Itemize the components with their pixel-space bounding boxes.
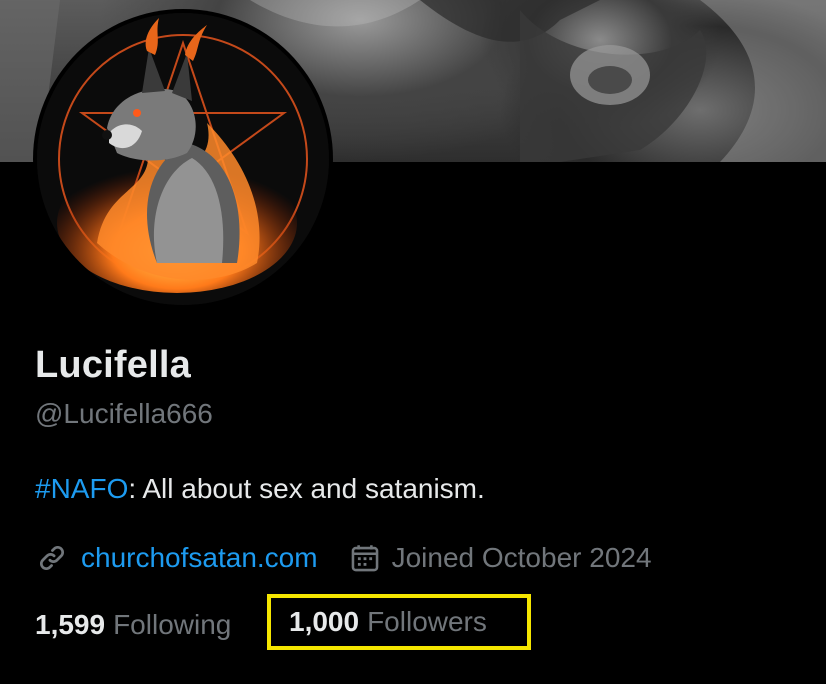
handle: @Lucifella666 bbox=[35, 398, 213, 429]
display-name: Lucifella bbox=[35, 344, 191, 386]
joined-date: Joined October 2024 bbox=[391, 542, 652, 573]
website-link[interactable]: churchofsatan.com bbox=[81, 542, 318, 574]
bio: #NAFO: All about sex and satanism. bbox=[35, 473, 485, 505]
profile-meta: churchofsatan.com Joined October 2024 bbox=[35, 538, 652, 578]
following-count: 1,599 bbox=[35, 609, 106, 640]
bio-text: : All about sex and satanism. bbox=[128, 473, 485, 504]
follow-stats: 1,599 Following 1,000 Followers bbox=[35, 594, 531, 650]
following-label: Following bbox=[113, 609, 232, 640]
wolf-avatar-artwork bbox=[37, 13, 329, 305]
followers-count: 1,000 bbox=[289, 606, 360, 637]
calendar-icon bbox=[348, 541, 382, 575]
avatar[interactable] bbox=[33, 9, 333, 309]
followers-stat-highlighted[interactable]: 1,000 Followers bbox=[267, 594, 531, 650]
avatar-image bbox=[37, 13, 329, 305]
followers-label: Followers bbox=[367, 606, 487, 637]
bio-hashtag-link[interactable]: #NAFO bbox=[35, 473, 128, 504]
link-icon bbox=[35, 541, 69, 575]
following-stat[interactable]: 1,599 Following bbox=[35, 609, 231, 641]
